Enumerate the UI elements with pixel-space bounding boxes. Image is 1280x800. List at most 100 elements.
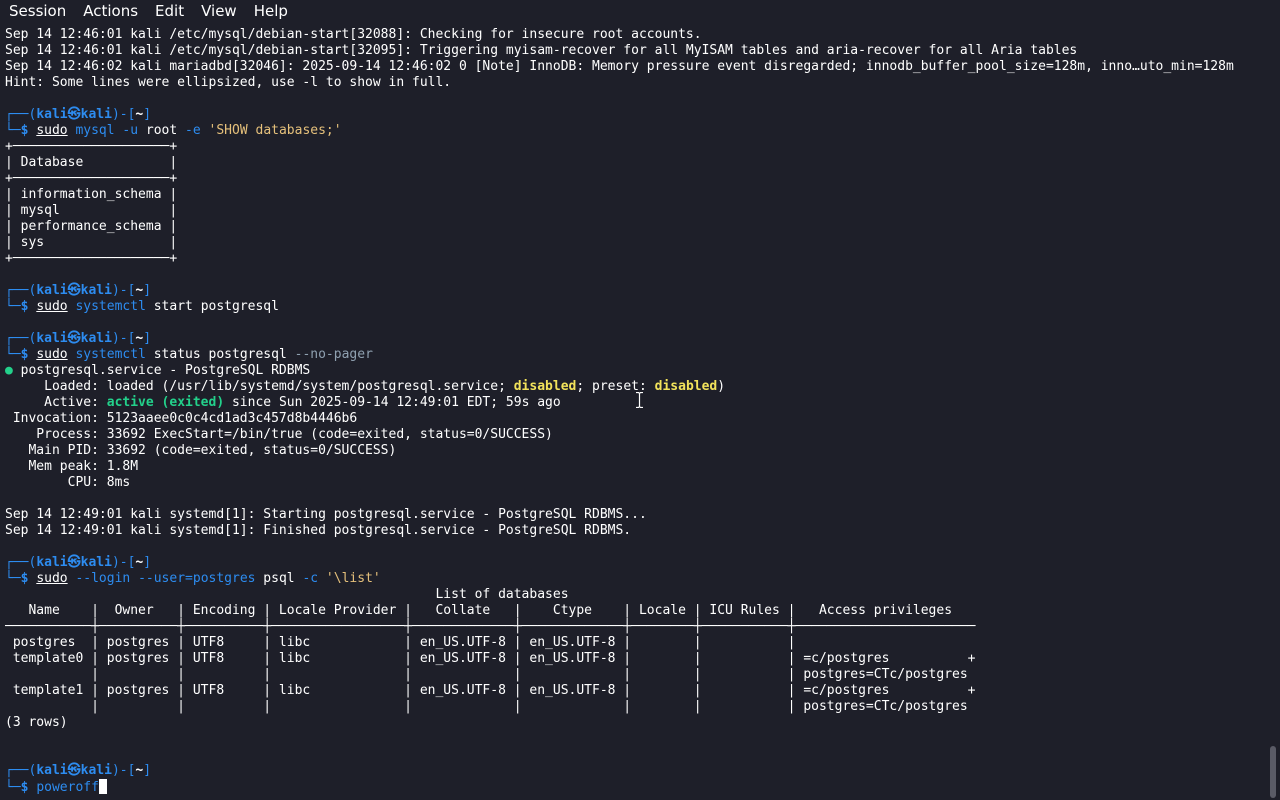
terminal-text: $	[20, 571, 37, 586]
terminal-line: (3 rows)	[5, 715, 1267, 731]
text-cursor-icon	[98, 779, 107, 794]
terminal-output[interactable]: Sep 14 12:46:01 kali /etc/mysql/debian-s…	[5, 27, 1267, 800]
terminal-text: template0 | postgres | UTF8 | libc | en_…	[5, 651, 976, 666]
terminal-scrollbar[interactable]	[1270, 746, 1276, 798]
terminal-text: )-[	[111, 555, 136, 570]
terminal-text: Sep 14 12:46:02 kali mariadbd[32046]: 20…	[5, 59, 1234, 74]
terminal-line: Hint: Some lines were ellipsized, use -l…	[5, 75, 1267, 91]
terminal-line: ┌──(kali㉿kali)-[~]	[5, 763, 1267, 779]
terminal-text: 'SHOW databases;'	[200, 123, 342, 138]
terminal-text: └─	[5, 571, 21, 586]
terminal-line: Invocation: 5123aaee0c0c4cd1ad3c457d8b44…	[5, 411, 1267, 427]
terminal-line: ┌──(kali㉿kali)-[~]	[5, 331, 1267, 347]
terminal-text: ┌──(	[5, 555, 37, 570]
terminal-text: ┌──(	[5, 107, 37, 122]
terminal-text: start postgresql	[145, 299, 279, 314]
terminal-text: ───────────┼──────────┼──────────┼──────…	[5, 619, 976, 634]
terminal-line: | | | | | | | | postgres=CTc/postgres	[5, 699, 1267, 715]
terminal-text: root	[138, 123, 178, 138]
terminal-text: systemctl	[67, 299, 146, 314]
terminal-text: ]	[143, 331, 152, 346]
menu-session[interactable]: Session	[0, 0, 74, 22]
menu-edit[interactable]: Edit	[146, 0, 192, 22]
terminal-text: +────────────────────+	[5, 171, 178, 186]
terminal-line: | information_schema |	[5, 187, 1267, 203]
terminal-text: ]	[143, 283, 152, 298]
terminal-text: postgres | postgres | UTF8 | libc | en_U…	[5, 635, 796, 650]
terminal-text: ●	[5, 363, 13, 378]
terminal-text: Main PID: 33692 (code=exited, status=0/S…	[5, 443, 397, 458]
terminal-line: List of databases	[5, 587, 1267, 603]
terminal-line: Sep 14 12:46:02 kali mariadbd[32046]: 20…	[5, 59, 1267, 75]
terminal-text: Invocation: 5123aaee0c0c4cd1ad3c457d8b44…	[5, 411, 358, 426]
menu-view[interactable]: View	[192, 0, 245, 22]
terminal-text: psql	[255, 571, 295, 586]
menu-actions[interactable]: Actions	[74, 0, 146, 22]
terminal-text: sudo	[36, 123, 68, 138]
terminal-text: --login	[67, 571, 131, 586]
terminal-text: $	[20, 123, 37, 138]
terminal-text: poweroff	[36, 780, 99, 795]
terminal-line: ┌──(kali㉿kali)-[~]	[5, 283, 1267, 299]
terminal-text: $	[20, 347, 37, 362]
terminal-text: sudo	[36, 299, 68, 314]
terminal-text: ]	[143, 555, 152, 570]
terminal-text: -c	[294, 571, 319, 586]
terminal-text: sudo	[36, 347, 68, 362]
terminal-text: ┌──(	[5, 283, 37, 298]
terminal-line: CPU: 8ms	[5, 475, 1267, 491]
terminal-text: kali㉿kali	[36, 763, 112, 778]
terminal-line: Name | Owner | Encoding | Locale Provide…	[5, 603, 1267, 619]
terminal-line: +────────────────────+	[5, 171, 1267, 187]
terminal-text: Active:	[5, 395, 107, 410]
terminal-text: └─	[5, 780, 21, 795]
terminal-text: +────────────────────+	[5, 139, 178, 154]
terminal-text: | performance_schema |	[5, 219, 178, 234]
terminal-line: | mysql |	[5, 203, 1267, 219]
terminal-text: Mem peak: 1.8M	[5, 459, 139, 474]
terminal-text: List of databases	[5, 587, 569, 602]
terminal-text: )	[717, 379, 726, 394]
terminal-text: --user=postgres	[130, 571, 256, 586]
terminal-text: ]	[143, 763, 152, 778]
terminal-text: | information_schema |	[5, 187, 178, 202]
terminal-text: since Sun 2025-09-14 12:49:01 EDT; 59s a…	[224, 395, 561, 410]
terminal-line: ───────────┼──────────┼──────────┼──────…	[5, 619, 1267, 635]
terminal-line: +────────────────────+	[5, 251, 1267, 267]
terminal-text: active (exited)	[106, 395, 225, 410]
terminal-text: kali㉿kali	[36, 555, 112, 570]
terminal-line: └─$ sudo systemctl start postgresql	[5, 299, 1267, 315]
terminal-text: mysql	[67, 123, 115, 138]
menu-help[interactable]: Help	[245, 0, 296, 22]
terminal-text: └─	[5, 123, 21, 138]
terminal-line: Sep 14 12:49:01 kali systemd[1]: Finishe…	[5, 523, 1267, 539]
terminal-text: | | | | | | | | postgres=CTc/postgres	[5, 699, 968, 714]
terminal-text: Hint: Some lines were ellipsized, use -l…	[5, 75, 452, 90]
terminal-text: Sep 14 12:46:01 kali /etc/mysql/debian-s…	[5, 43, 1078, 58]
terminal-text: )-[	[111, 283, 136, 298]
terminal-line: Process: 33692 ExecStart=/bin/true (code…	[5, 427, 1267, 443]
terminal-text: ┌──(	[5, 331, 37, 346]
terminal-text: template1 | postgres | UTF8 | libc | en_…	[5, 683, 976, 698]
terminal-text: (3 rows)	[5, 715, 68, 730]
terminal-line: ┌──(kali㉿kali)-[~]	[5, 555, 1267, 571]
terminal-text: | mysql |	[5, 203, 178, 218]
terminal-text: Sep 14 12:46:01 kali /etc/mysql/debian-s…	[5, 27, 702, 42]
terminal-text: disabled	[654, 379, 718, 394]
terminal-text: status postgresql	[145, 347, 287, 362]
terminal-text: sudo	[36, 571, 68, 586]
terminal-line: └─$ sudo --login --user=postgres psql -c…	[5, 571, 1267, 587]
terminal-text: └─	[5, 299, 21, 314]
terminal-line: | performance_schema |	[5, 219, 1267, 235]
terminal-line: +────────────────────+	[5, 139, 1267, 155]
terminal-text: CPU: 8ms	[5, 475, 131, 490]
terminal-line: Main PID: 33692 (code=exited, status=0/S…	[5, 443, 1267, 459]
terminal-text: | sys |	[5, 235, 178, 250]
terminal-text: | | | | | | | | postgres=CTc/postgres	[5, 667, 968, 682]
